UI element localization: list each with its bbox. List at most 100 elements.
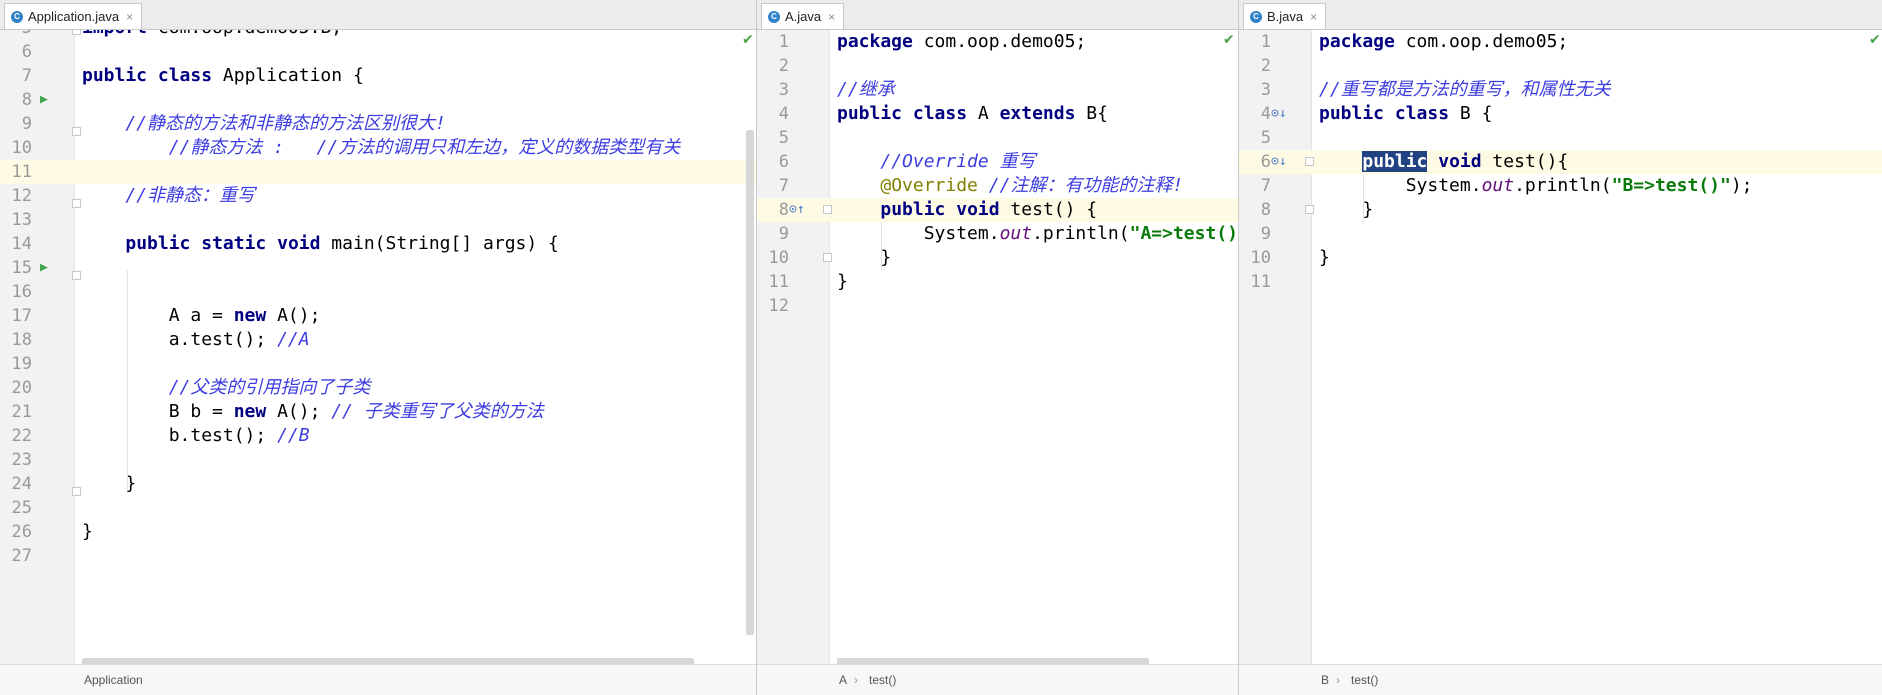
line-number[interactable]: 10 xyxy=(1245,246,1271,270)
code-line[interactable]: 9 //静态的方法和非静态的方法区别很大! xyxy=(0,112,756,136)
code-line[interactable]: 7 public class Application { xyxy=(0,64,756,88)
line-number[interactable]: 21 xyxy=(6,400,32,424)
inspection-ok-icon[interactable]: ✔ xyxy=(742,32,754,48)
code-line[interactable]: 5 xyxy=(757,126,1238,150)
line-number[interactable]: 1 xyxy=(763,30,789,54)
tab-application-java[interactable]: C Application.java × xyxy=(4,3,143,29)
code-line[interactable]: 13 xyxy=(0,208,756,232)
line-number[interactable]: 23 xyxy=(6,448,32,472)
code-line[interactable]: 9 xyxy=(1239,222,1882,246)
code-line[interactable]: 11} xyxy=(757,270,1238,294)
overridden-method-icon[interactable]: ⊙↓ xyxy=(1271,150,1287,174)
vertical-scrollbar[interactable] xyxy=(746,130,754,635)
code-line[interactable]: 16 xyxy=(0,280,756,304)
line-number[interactable]: 16 xyxy=(6,280,32,304)
line-number[interactable]: 12 xyxy=(763,294,789,318)
run-gutter-icon[interactable]: ▶ xyxy=(40,256,48,280)
code-line[interactable]: 26} xyxy=(0,520,756,544)
code-line[interactable]: 18 a.test(); //A xyxy=(0,328,756,352)
fold-marker-icon[interactable] xyxy=(823,205,832,214)
line-number[interactable]: 27 xyxy=(6,544,32,568)
fold-marker-icon[interactable] xyxy=(1305,157,1314,166)
line-number[interactable]: 17 xyxy=(6,304,32,328)
code-line[interactable]: 21 B b = new A(); // 子类重写了父类的方法 xyxy=(0,400,756,424)
code-line[interactable]: 8 } xyxy=(1239,198,1882,222)
code-line[interactable]: 2 xyxy=(757,54,1238,78)
fold-marker-icon[interactable] xyxy=(823,253,832,262)
line-number[interactable]: 2 xyxy=(763,54,789,78)
line-number[interactable]: 24 xyxy=(6,472,32,496)
close-tab-icon[interactable]: × xyxy=(1310,10,1317,24)
code-line[interactable]: 6 //Override 重写 xyxy=(757,150,1238,174)
breadcrumb-class[interactable]: Application xyxy=(84,673,143,687)
code-line[interactable]: 23 xyxy=(0,448,756,472)
line-number[interactable]: 11 xyxy=(1245,270,1271,294)
fold-marker-icon[interactable] xyxy=(72,487,81,496)
code-line[interactable]: 15 xyxy=(0,256,756,280)
fold-marker-icon[interactable] xyxy=(72,199,81,208)
line-number[interactable]: 10 xyxy=(6,136,32,160)
fold-marker-icon[interactable] xyxy=(72,30,81,35)
code-line[interactable]: 1 package com.oop.demo05; xyxy=(1239,30,1882,54)
line-number[interactable]: 9 xyxy=(1245,222,1271,246)
code-line[interactable]: 2 xyxy=(1239,54,1882,78)
code-line[interactable]: 9 System.out.println("A=>test()"); xyxy=(757,222,1238,246)
fold-marker-icon[interactable] xyxy=(72,271,81,280)
code-line[interactable]: 20 //父类的引用指向了子类 xyxy=(0,376,756,400)
line-number[interactable]: 9 xyxy=(763,222,789,246)
overrides-method-icon[interactable]: ⊙↑ xyxy=(789,198,805,222)
line-number[interactable]: 15 xyxy=(6,256,32,280)
breadcrumb-method[interactable]: test() xyxy=(869,673,896,687)
breadcrumb-class[interactable]: B xyxy=(1321,673,1329,687)
close-tab-icon[interactable]: × xyxy=(126,10,133,24)
line-number[interactable]: 11 xyxy=(763,270,789,294)
tab-b-java[interactable]: C B.java × xyxy=(1243,3,1327,29)
line-number[interactable]: 7 xyxy=(763,174,789,198)
code-line[interactable]: 17 A a = new A(); xyxy=(0,304,756,328)
line-number[interactable]: 3 xyxy=(763,78,789,102)
code-line[interactable]: 10} xyxy=(1239,246,1882,270)
code-line[interactable]: 24 } xyxy=(0,472,756,496)
line-number[interactable]: 18 xyxy=(6,328,32,352)
fold-marker-icon[interactable] xyxy=(1305,205,1314,214)
inspection-ok-icon[interactable]: ✔ xyxy=(1223,32,1235,48)
code-line[interactable]: 11 xyxy=(0,160,756,184)
code-line[interactable]: 1 package com.oop.demo05; xyxy=(757,30,1238,54)
code-line[interactable]: 12 xyxy=(757,294,1238,318)
code-line[interactable]: 11 xyxy=(1239,270,1882,294)
code-line[interactable]: 19 xyxy=(0,352,756,376)
code-editor[interactable]: 1 package com.oop.demo05; 2 3 //重写都是方法的重写，和属… xyxy=(1239,30,1882,665)
line-number[interactable]: 25 xyxy=(6,496,32,520)
code-line[interactable]: 7 System.out.println("B=>test()"); xyxy=(1239,174,1882,198)
code-line[interactable]: 25 xyxy=(0,496,756,520)
code-line[interactable]: 5 xyxy=(1239,126,1882,150)
code-line[interactable]: 4 public class B { xyxy=(1239,102,1882,126)
line-number[interactable]: 4 xyxy=(763,102,789,126)
line-number[interactable]: 7 xyxy=(1245,174,1271,198)
line-number[interactable]: 5 xyxy=(1245,126,1271,150)
line-number[interactable]: 5 xyxy=(763,126,789,150)
breadcrumb-method[interactable]: test() xyxy=(1351,673,1378,687)
line-number[interactable]: 1 xyxy=(1245,30,1271,54)
inspection-ok-icon[interactable]: ✔ xyxy=(1869,32,1881,48)
overridden-method-icon[interactable]: ⊙↓ xyxy=(1271,102,1287,126)
fold-marker-icon[interactable] xyxy=(72,127,81,136)
line-number[interactable]: 8 xyxy=(763,198,789,222)
line-number[interactable]: 22 xyxy=(6,424,32,448)
code-line[interactable]: 5 import com.oop.demo05.B; xyxy=(0,30,756,40)
line-number[interactable]: 6 xyxy=(763,150,789,174)
breadcrumb-class[interactable]: A xyxy=(839,673,847,687)
code-line[interactable]: 6 xyxy=(0,40,756,64)
line-number[interactable]: 9 xyxy=(6,112,32,136)
line-number[interactable]: 6 xyxy=(6,40,32,64)
code-line[interactable]: 22 b.test(); //B xyxy=(0,424,756,448)
code-line[interactable]: 8 xyxy=(0,88,756,112)
close-tab-icon[interactable]: × xyxy=(828,10,835,24)
code-line[interactable]: 10 //静态方法 : //方法的调用只和左边，定义的数据类型有关 xyxy=(0,136,756,160)
code-line[interactable]: 3 //继承 xyxy=(757,78,1238,102)
line-number[interactable]: 6 xyxy=(1245,150,1271,174)
code-line[interactable]: 14 public static void main(String[] args… xyxy=(0,232,756,256)
code-line[interactable]: 12 //非静态：重写 xyxy=(0,184,756,208)
line-number[interactable]: 14 xyxy=(6,232,32,256)
line-number[interactable]: 5 xyxy=(6,30,32,40)
